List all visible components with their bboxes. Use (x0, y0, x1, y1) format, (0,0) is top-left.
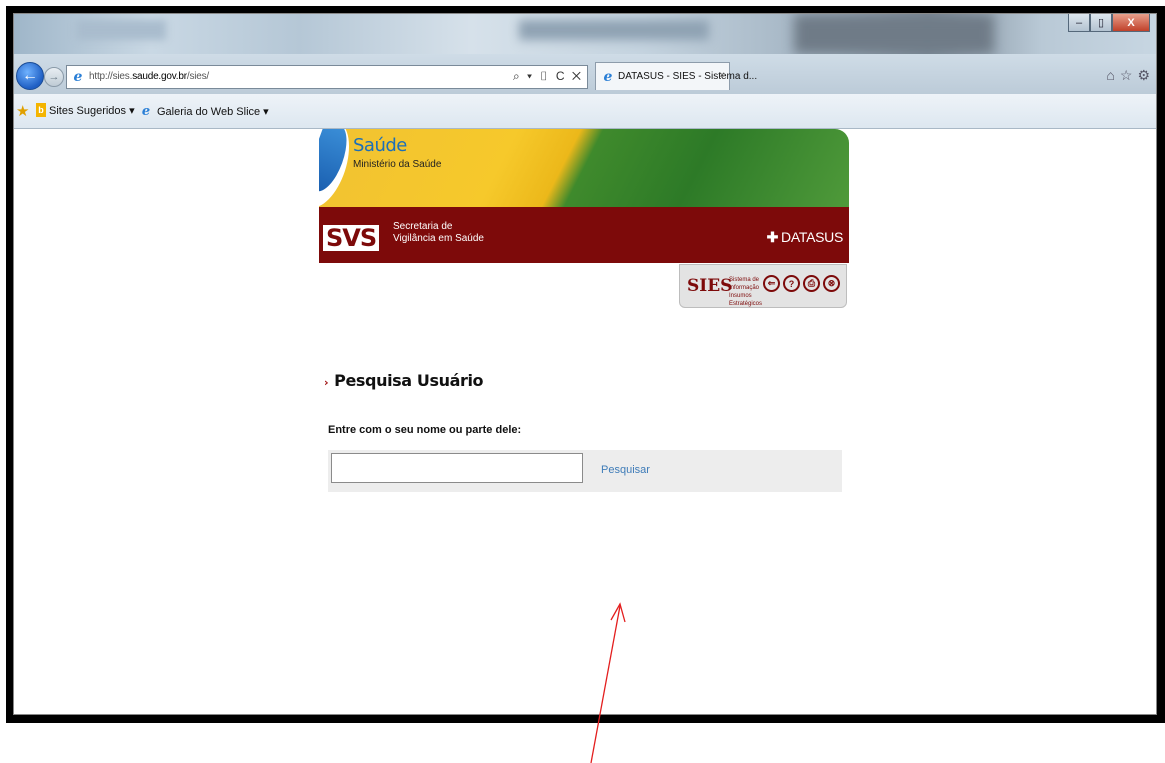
sies-back-icon[interactable]: ⇐ (763, 275, 780, 292)
search-label: Entre com o seu nome ou parte dele: (328, 424, 522, 436)
tab-datasus-sies[interactable]: e DATASUS - SIES - Sistema d... × (595, 62, 757, 90)
page-title: › Pesquisa Usuário (324, 371, 484, 390)
site-header-banner: Saúde Ministério da Saúde SVS Secretaria… (319, 129, 849, 308)
forward-arrow-icon: → (48, 71, 60, 83)
bing-icon: b (36, 103, 46, 117)
favorites-add-icon[interactable]: ★ (16, 102, 29, 120)
sies-icons: ⇐ ? ⎙ ⊗ (763, 275, 840, 292)
svs-text: Secretaria de Vigilância em Saúde (393, 221, 484, 244)
search-input[interactable] (331, 453, 583, 483)
sies-logo: SIES (687, 276, 733, 296)
pesquisar-link[interactable]: Pesquisar (601, 464, 650, 476)
ie-fav-icon: e (141, 103, 151, 119)
browser-right-icons: ⌂ ☆ ⚙ (1106, 67, 1150, 84)
datasus-logo: ✚ DATASUS (766, 229, 844, 245)
page-content: Saúde Ministério da Saúde SVS Secretaria… (14, 129, 1156, 714)
back-button[interactable]: ← (16, 62, 44, 90)
screenshot-frame: – ▯ X ← → e http://sies.saude.gov.br/sie… (6, 6, 1165, 723)
fav-web-slice-gallery[interactable]: e Galeria do Web Slice ▾ (138, 103, 269, 119)
window-controls: – ▯ X (1068, 14, 1150, 32)
tab-close-icon[interactable]: × (719, 70, 725, 81)
browser-window: – ▯ X ← → e http://sies.saude.gov.br/sie… (13, 13, 1157, 715)
section-arrow-icon: › (324, 376, 329, 389)
saude-banner: Saúde Ministério da Saúde (319, 129, 849, 207)
address-tools-icons[interactable]: ⌕ ▾ ▯ C ✕ (513, 69, 583, 84)
saude-title: Saúde (353, 135, 407, 156)
fav-sites-sugeridos[interactable]: b Sites Sugeridos ▾ (36, 103, 135, 117)
title-bar: – ▯ X (14, 14, 1156, 54)
close-window-button[interactable]: X (1112, 14, 1150, 32)
svs-banner: SVS Secretaria de Vigilância em Saúde ✚ D… (319, 207, 849, 263)
search-form: Pesquisar (328, 450, 842, 492)
ministerio-subtitle: Ministério da Saúde (353, 159, 442, 170)
sies-exit-icon[interactable]: ⊗ (823, 275, 840, 292)
url-text: http://sies.saude.gov.br/sies/ (89, 71, 210, 82)
sies-toolbar: SIES Sistema de Informação Insumos Estra… (679, 264, 847, 308)
minimize-button[interactable]: – (1068, 14, 1090, 32)
navigation-bar: ← → e http://sies.saude.gov.br/sies/ ⌕ ▾… (14, 54, 1156, 94)
address-bar[interactable]: e http://sies.saude.gov.br/sies/ ⌕ ▾ ▯ C… (66, 65, 588, 89)
tab-title: DATASUS - SIES - Sistema d... (618, 71, 758, 82)
sies-help-icon[interactable]: ? (783, 275, 800, 292)
favorites-star-icon[interactable]: ☆ (1120, 67, 1133, 84)
ie-tab-icon: e (603, 69, 613, 85)
cross-icon: ✚ (766, 229, 779, 245)
svs-logo: SVS (323, 225, 380, 251)
favorites-bar: ★ b Sites Sugeridos ▾ e Galeria do Web S… (14, 94, 1156, 129)
forward-button[interactable]: → (44, 67, 64, 87)
maximize-button[interactable]: ▯ (1090, 14, 1112, 32)
back-arrow-icon: ← (22, 67, 38, 84)
home-icon[interactable]: ⌂ (1106, 67, 1114, 84)
gear-icon[interactable]: ⚙ (1137, 67, 1150, 84)
sies-print-icon[interactable]: ⎙ (803, 275, 820, 292)
ie-page-icon: e (73, 69, 83, 85)
